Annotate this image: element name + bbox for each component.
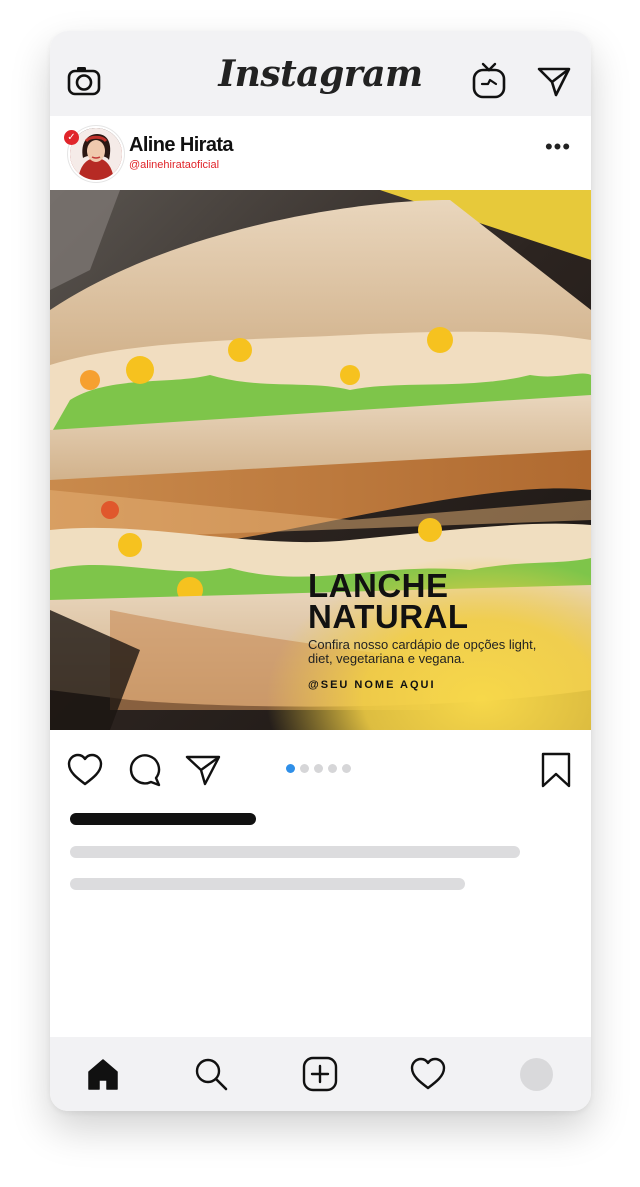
igtv-icon[interactable]	[469, 61, 509, 101]
verified-badge-icon: ✓	[64, 130, 79, 145]
bookmark-icon[interactable]	[536, 750, 576, 790]
caption-placeholder-bar	[70, 846, 520, 858]
add-post-icon[interactable]	[300, 1054, 340, 1094]
post-image[interactable]: LANCHE NATURAL Confira nosso cardápio de…	[50, 190, 591, 730]
caption-placeholder-bar	[70, 878, 465, 890]
more-options-icon[interactable]: •••	[541, 136, 575, 162]
post-username[interactable]: Aline Hirata	[129, 134, 234, 157]
post-header: ✓ Aline Hirata @alinehirataoficial •••	[50, 116, 591, 190]
carousel-dot[interactable]	[300, 764, 309, 773]
heart-icon[interactable]	[65, 750, 105, 790]
top-bar: Instagram	[50, 31, 591, 116]
carousel-dot[interactable]	[328, 764, 337, 773]
post-actions	[50, 730, 591, 810]
carousel-dot[interactable]	[342, 764, 351, 773]
home-icon[interactable]	[83, 1054, 123, 1094]
app-logo: Instagram	[218, 53, 423, 95]
phone-frame: Instagram ✓ Aline Hirata @alinehirataofi…	[50, 31, 591, 1111]
profile-avatar[interactable]	[516, 1054, 556, 1094]
carousel-dot[interactable]	[286, 764, 295, 773]
carousel-dot[interactable]	[314, 764, 323, 773]
promo-headline: LANCHE NATURAL	[308, 567, 469, 635]
promo-signature: @SEU NOME AQUI	[308, 679, 436, 691]
promo-text-block: LANCHE NATURAL Confira nosso cardápio de…	[308, 567, 578, 691]
activity-heart-icon[interactable]	[408, 1054, 448, 1094]
carousel-indicator[interactable]	[286, 764, 351, 773]
post-handle[interactable]: @alinehirataoficial	[129, 159, 219, 171]
search-icon[interactable]	[191, 1054, 231, 1094]
comment-icon[interactable]	[124, 750, 164, 790]
share-icon[interactable]	[183, 750, 223, 790]
profile-avatar-circle	[519, 1057, 553, 1091]
likes-placeholder-bar	[70, 813, 256, 825]
promo-description: Confira nosso cardápio de opções light, …	[308, 637, 537, 666]
direct-message-icon[interactable]	[534, 61, 574, 101]
bottom-nav	[50, 1037, 591, 1111]
